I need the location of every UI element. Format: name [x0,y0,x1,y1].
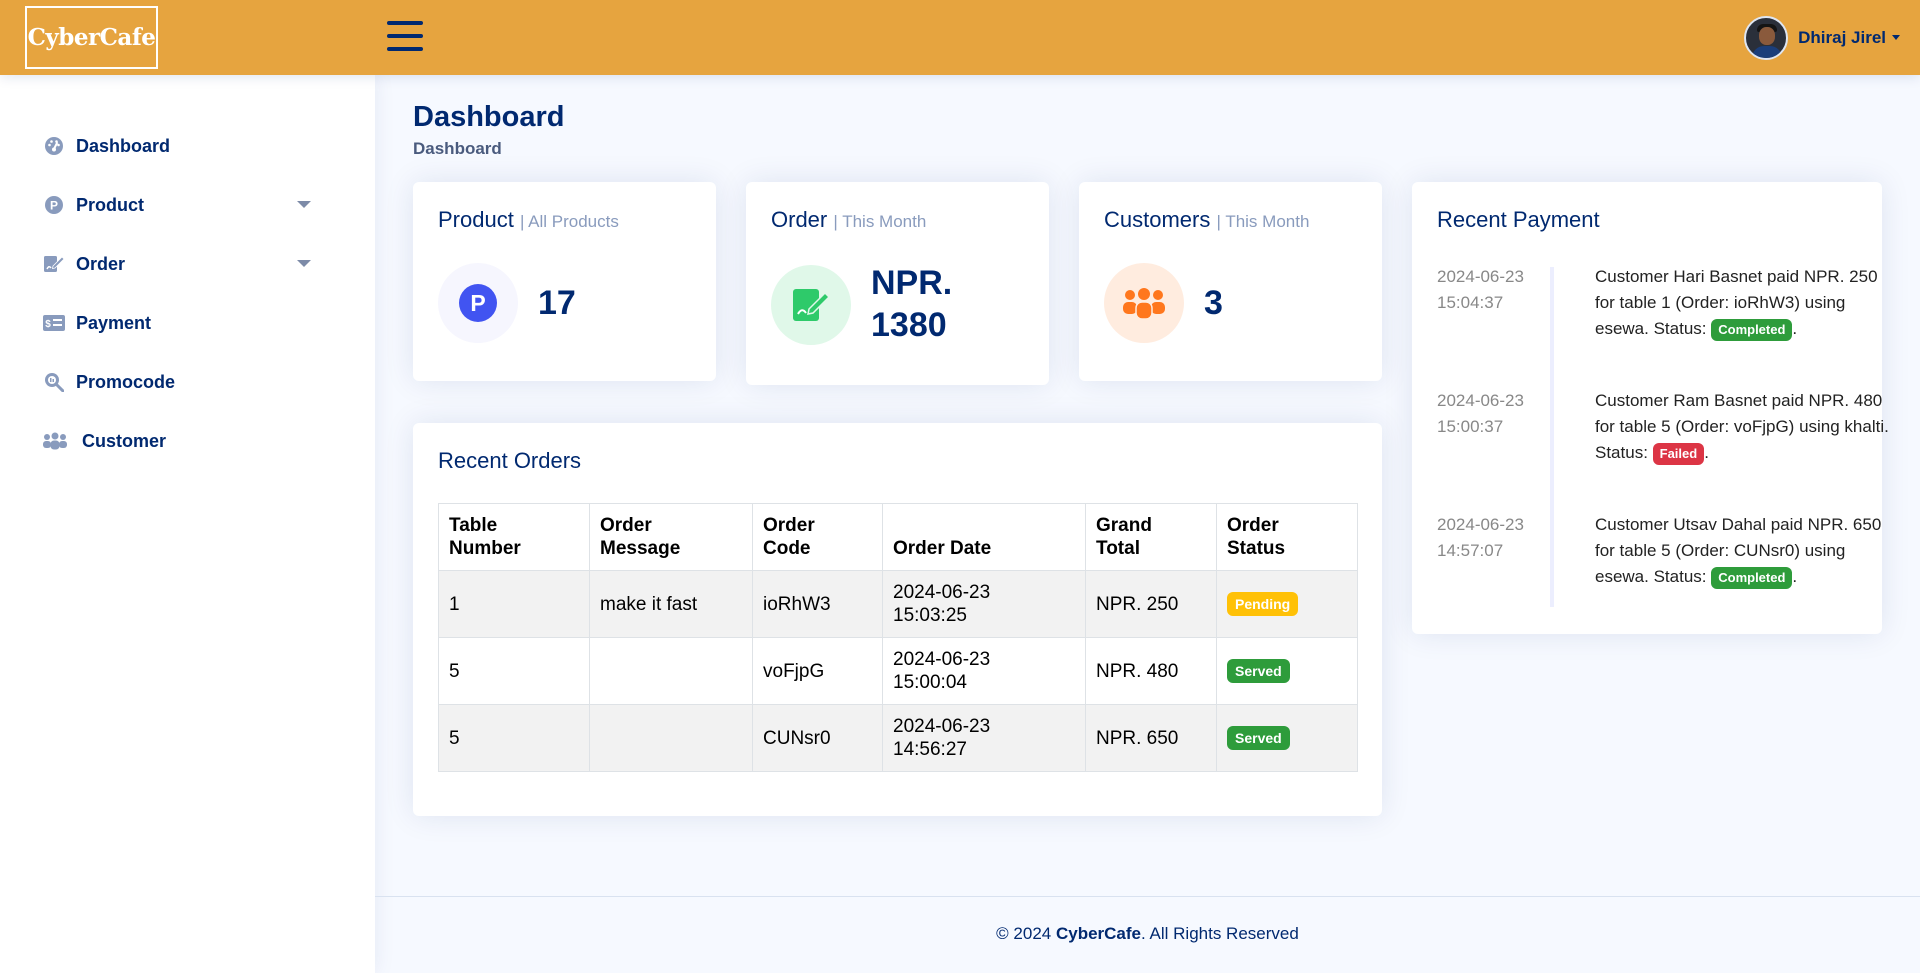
cell-table-number: 1 [438,570,590,638]
cell-message [589,637,753,705]
payment-text: Customer Utsav Dahal paid NPR. 650 for t… [1595,512,1895,590]
cell-table-number: 5 [438,637,590,705]
cell-code: voFjpG [752,637,883,705]
cell-code: ioRhW3 [752,570,883,638]
top-header: CyberCafe Dhiraj Jirel [0,0,1920,75]
payment-date: 2024-06-23 15:04:37 [1437,267,1524,312]
payment-card-icon: $ [42,313,66,333]
hamburger-menu-icon[interactable] [387,21,423,53]
sidebar-item-payment[interactable]: $ Payment [42,303,332,343]
sidebar-item-label: Dashboard [76,135,171,156]
cell-status: Served [1216,704,1358,772]
card-title: Recent Payment [1437,207,1600,232]
user-name: Dhiraj Jirel [1798,27,1886,47]
orders-table: Table Number Order Message Order Code Order… [438,503,1358,772]
column-header: Order Message [589,503,753,571]
customers-card: Customers | This Month 3 [1079,182,1382,381]
payment-date: 2024-06-23 15:00:37 [1437,391,1524,436]
payment-text: Customer Ram Basnet paid NPR. 480 for ta… [1595,388,1895,466]
column-header: Grand Total [1085,503,1217,571]
people-icon [42,431,68,451]
cell-table-number: 5 [438,704,590,772]
cell-total: NPR. 250 [1085,570,1217,638]
column-header: Order Date [882,503,1086,571]
sidebar-item-label: Order [76,253,126,274]
gauge-icon [42,136,66,156]
status-badge: Pending [1227,592,1299,616]
chevron-down-icon[interactable] [297,260,311,267]
sidebar-item-dashboard[interactable]: Dashboard [42,126,332,166]
column-header: Table Number [438,503,590,571]
cell-message [589,704,753,772]
card-title: Product | All Products [438,207,619,232]
footer-brand: CyberCafe [1055,924,1142,943]
order-total: NPR. 1380 [871,264,953,344]
footer: © 2024 CyberCafe. All Rights Reserved [375,896,1920,973]
table-row[interactable]: 5 voFjpG 2024-06-23 15:00:04 NPR. 480 Ser… [438,637,1358,705]
chevron-down-icon [1892,35,1900,40]
sidebar: Dashboard P Product Order $ Payment Prom… [0,75,375,973]
status-badge: Served [1227,659,1290,683]
cell-code: CUNsr0 [752,704,883,772]
card-title: Order | This Month [771,207,927,232]
product-icon: P [438,263,518,343]
p-circle-icon: P [42,195,66,215]
column-header: Order Status [1216,503,1358,571]
sidebar-item-label: Promocode [76,371,176,392]
order-edit-icon [771,265,851,345]
cell-date: 2024-06-23 14:56:27 [882,704,1086,772]
people-icon [1104,263,1184,343]
sidebar-item-customer[interactable]: Customer [42,421,332,461]
sidebar-item-label: Product [76,194,145,215]
recent-payment-card: Recent Payment 2024-06-23 15:04:37 Custom… [1412,182,1889,634]
avatar [1744,15,1789,60]
customers-count: 3 [1204,284,1223,322]
logo[interactable]: CyberCafe [25,6,158,69]
cell-total: NPR. 650 [1085,704,1217,772]
order-edit-icon [42,254,66,274]
status-badge: Completed [1711,567,1793,589]
cell-message: make it fast [589,570,753,638]
breadcrumb[interactable]: Dashboard [413,139,502,159]
sidebar-item-label: Payment [76,312,152,333]
svg-text:P: P [470,290,485,316]
sidebar-item-label: Customer [82,430,167,451]
cell-status: Pending [1216,570,1358,638]
timeline-divider [1550,267,1554,607]
status-badge: Served [1227,726,1290,750]
chevron-down-icon[interactable] [297,201,311,208]
recent-orders-card: Recent Orders Table Number Order Message O… [413,423,1382,816]
sidebar-item-promocode[interactable]: Promocode [42,362,332,402]
status-badge: Failed [1652,443,1705,465]
table-row[interactable]: 5 CUNsr0 2024-06-23 14:56:27 NPR. 650 Ser… [438,704,1358,772]
cell-date: 2024-06-23 15:03:25 [882,570,1086,638]
user-menu[interactable]: Dhiraj Jirel [1744,15,1900,60]
status-badge: Completed [1711,319,1793,341]
card-title: Customers | This Month [1104,207,1310,232]
cell-date: 2024-06-23 15:00:04 [882,637,1086,705]
payment-text: Customer Hari Basnet paid NPR. 250 for t… [1595,264,1895,342]
page-title: Dashboard [413,101,565,133]
table-header-row: Table Number Order Message Order Code Order… [438,503,1358,571]
svg-text:$: $ [45,319,51,330]
order-card: Order | This Month NPR. 1380 [746,182,1049,385]
search-tag-icon [42,372,66,392]
product-card: Product | All Products P 17 [413,182,716,381]
product-count: 17 [538,284,576,322]
payment-date: 2024-06-23 14:57:07 [1437,515,1524,560]
svg-text:P: P [50,199,58,213]
sidebar-item-product[interactable]: P Product [42,185,332,225]
sidebar-item-order[interactable]: Order [42,244,332,284]
table-row[interactable]: 1 make it fast ioRhW3 2024-06-23 15:03:25… [438,570,1358,638]
card-title: Recent Orders [438,448,582,473]
column-header: Order Code [752,503,883,571]
cell-total: NPR. 480 [1085,637,1217,705]
cell-status: Served [1216,637,1358,705]
